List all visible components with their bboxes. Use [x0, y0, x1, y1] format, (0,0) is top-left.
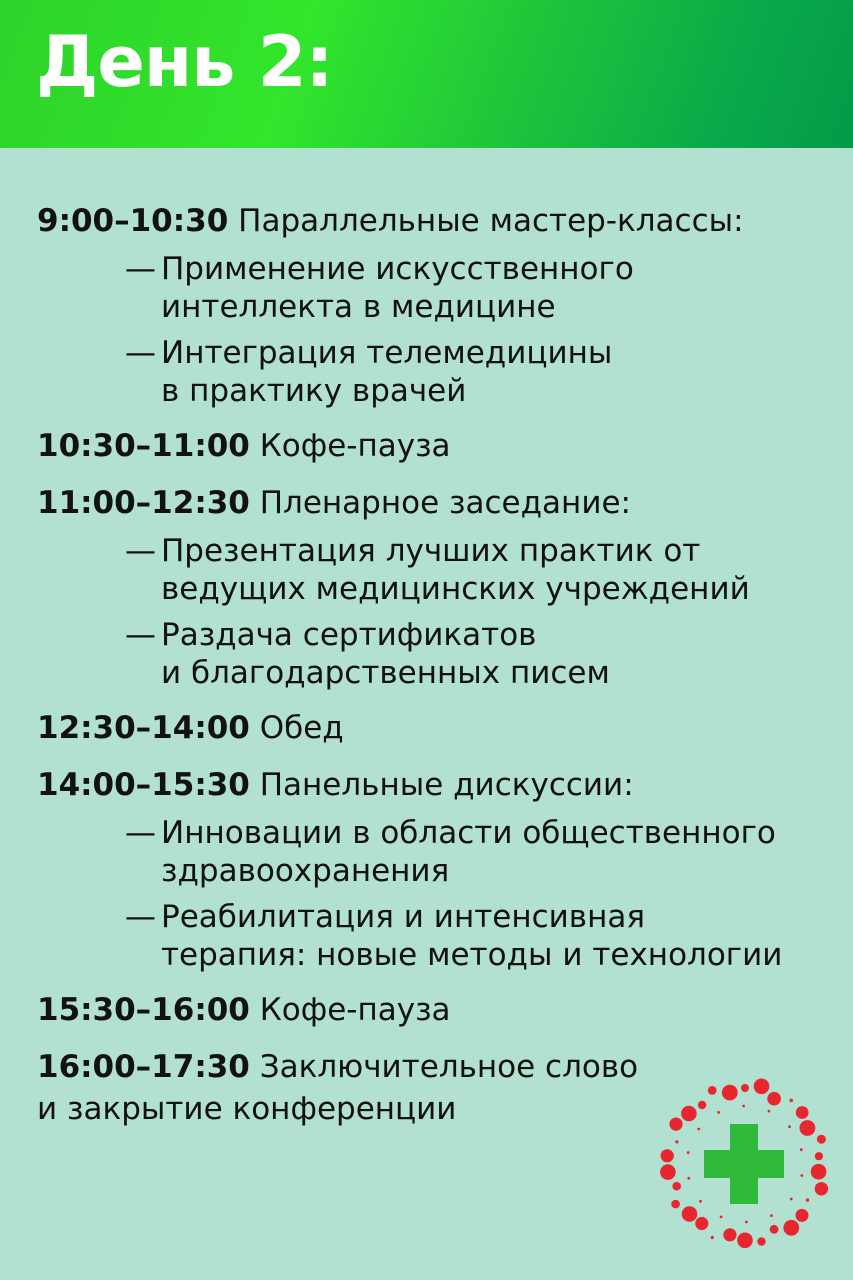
sub-item: — Презентация лучших практик от ведущих …	[37, 532, 827, 608]
logo-dot	[799, 1148, 803, 1152]
logo-dot	[795, 1208, 809, 1222]
sub-item: — Интеграция телемедицины в практику вра…	[37, 334, 827, 410]
logo-dot	[814, 1152, 823, 1161]
sub-item-line: Реабилитация и интенсивная	[161, 899, 645, 935]
sub-item: — Применение искусственного интеллекта в…	[37, 250, 827, 326]
sub-item-line: здравоохранения	[161, 853, 450, 889]
page-title: День 2:	[36, 21, 334, 103]
logo-dot	[723, 1228, 737, 1242]
logo-dot	[769, 1224, 779, 1234]
dash-bullet: —	[125, 617, 156, 653]
logo-dot	[742, 1104, 745, 1108]
logo-dot	[697, 1127, 701, 1131]
sub-item-line: Интеграция телемедицины	[161, 335, 613, 371]
logo-dot	[795, 1106, 809, 1119]
logo-dot	[681, 1105, 697, 1122]
entry-title: Кофе-пауза	[259, 992, 451, 1028]
logo-dot	[770, 1214, 773, 1217]
schedule-entry: 11:00–12:30 Пленарное заседание: — Презе…	[37, 482, 827, 692]
logo-dot	[737, 1232, 753, 1249]
logo-dot	[789, 1098, 793, 1103]
dash-bullet: —	[125, 815, 156, 851]
sub-item-line: и благодарственных писем	[161, 655, 610, 691]
logo-dot	[687, 1176, 691, 1180]
logo-dot	[671, 1199, 680, 1209]
entry-time: 15:30–16:00	[37, 992, 250, 1028]
logo-dot	[697, 1100, 707, 1110]
dash-bullet: —	[125, 335, 156, 371]
logo-dot	[753, 1078, 770, 1095]
logo-dot	[695, 1216, 709, 1231]
sub-item-line: Презентация лучших практик от	[161, 533, 701, 569]
logo-dot	[681, 1206, 698, 1222]
logo-dot	[814, 1182, 829, 1196]
entry-title: Заключительное слово	[259, 1049, 639, 1085]
schedule-list: 9:00–10:30 Параллельные мастер-классы: —…	[37, 200, 827, 1130]
logo-dot	[805, 1198, 810, 1202]
entry-title: Кофе-пауза	[259, 428, 451, 464]
entry-title: Пленарное заседание:	[259, 485, 631, 521]
logo-dot	[741, 1084, 749, 1092]
sub-item-line: в практику врачей	[161, 373, 467, 409]
sub-item-line: Применение искусственного	[161, 251, 634, 287]
logo-dot	[789, 1197, 793, 1201]
logo-dot	[767, 1091, 781, 1106]
entry-time: 11:00–12:30	[37, 485, 250, 521]
sub-item-line: интеллекта в медицине	[161, 289, 556, 325]
sub-item: — Инновации в области общественного здра…	[37, 814, 827, 890]
logo-dot	[710, 1235, 714, 1240]
entry-title: Панельные дискуссии:	[259, 767, 634, 803]
sub-item-line: ведущих медицинских учреждений	[161, 571, 750, 607]
sub-item-line: Инновации в области общественного	[161, 815, 776, 851]
schedule-entry: 9:00–10:30 Параллельные мастер-классы: —…	[37, 200, 827, 410]
logo-dot	[767, 1109, 771, 1113]
entry-title: Параллельные мастер-классы:	[238, 203, 744, 239]
dash-bullet: —	[125, 251, 156, 287]
logo-dot	[800, 1174, 804, 1177]
logo-dot	[686, 1151, 690, 1154]
sub-item-line: Раздача сертификатов	[161, 617, 537, 653]
schedule-entry: 12:30–14:00 Обед	[37, 707, 827, 749]
schedule-entry: 10:30–11:00 Кофе-пауза	[37, 425, 827, 467]
sub-item-line: терапия: новые методы и технологии	[161, 937, 783, 973]
logo-dot	[788, 1125, 791, 1129]
schedule-entry: 15:30–16:00 Кофе-пауза	[37, 989, 827, 1031]
logo-dot	[745, 1220, 748, 1224]
entry-time: 16:00–17:30	[37, 1049, 250, 1085]
logo-dot	[707, 1086, 717, 1095]
logo-dot	[757, 1237, 766, 1246]
entry-title: Обед	[259, 710, 344, 746]
green-cross-icon	[704, 1124, 784, 1204]
medical-cross-logo-icon	[660, 1078, 829, 1249]
dash-bullet: —	[125, 899, 156, 935]
logo-dot	[816, 1134, 826, 1144]
logo-dot	[810, 1163, 827, 1180]
logo-dot	[660, 1149, 674, 1163]
logo-dot	[799, 1120, 816, 1136]
entry-time: 9:00–10:30	[37, 203, 229, 239]
schedule-entry: 14:00–15:30 Панельные дискуссии: — Иннов…	[37, 764, 827, 974]
logo-dot	[783, 1219, 800, 1236]
logo-dot	[672, 1181, 681, 1191]
logo-dot	[699, 1199, 702, 1203]
sub-item: — Раздача сертификатов и благодарственны…	[37, 616, 827, 692]
logo-dot	[660, 1164, 676, 1180]
entry-time: 12:30–14:00	[37, 710, 250, 746]
logo-dot	[675, 1140, 679, 1144]
dash-bullet: —	[125, 533, 156, 569]
logo-dot	[669, 1117, 683, 1131]
logo-dot	[719, 1215, 723, 1219]
entry-time: 10:30–11:00	[37, 428, 250, 464]
logo-dot	[717, 1111, 720, 1114]
sub-item: — Реабилитация и интенсивная терапия: но…	[37, 898, 827, 974]
header-banner: День 2:	[0, 0, 853, 148]
logo-dot	[721, 1084, 738, 1101]
entry-time: 14:00–15:30	[37, 767, 250, 803]
